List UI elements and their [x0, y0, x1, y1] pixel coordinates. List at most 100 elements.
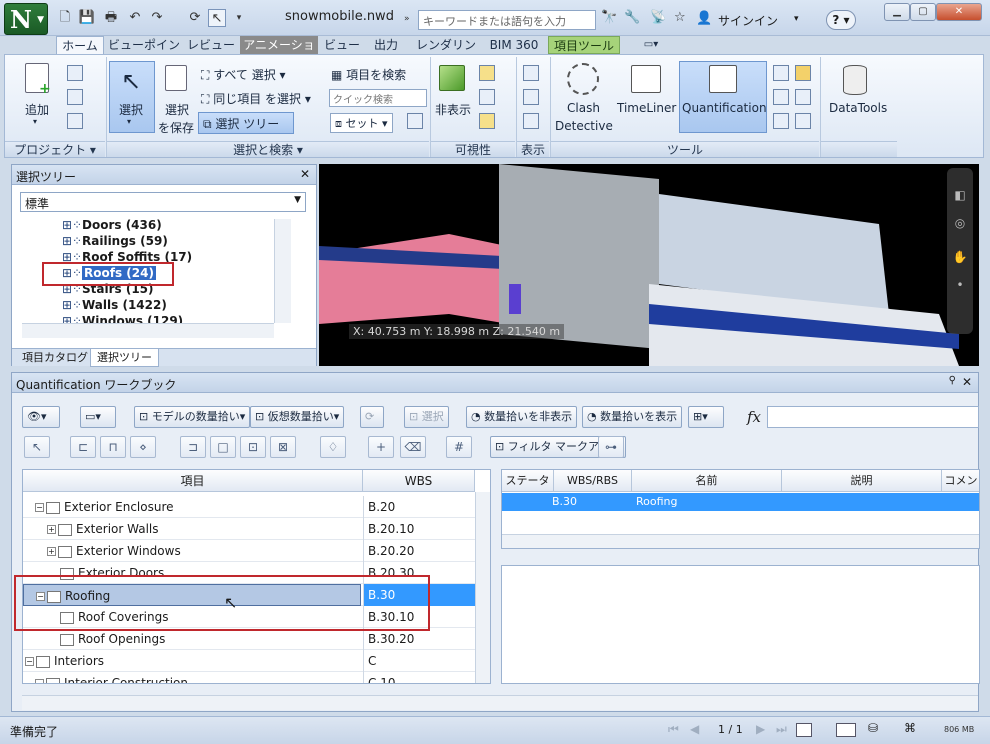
- timeliner-button[interactable]: TimeLiner: [617, 101, 676, 115]
- scrollbar[interactable]: [22, 695, 978, 710]
- chevron-down-icon[interactable]: ▾: [33, 117, 37, 126]
- clash-label-2[interactable]: Detective: [555, 119, 613, 133]
- collapse-icon[interactable]: −: [25, 657, 34, 666]
- tree-item-windows[interactable]: ⊞⁘Windows (129): [62, 314, 183, 323]
- properties-icon[interactable]: [523, 113, 539, 129]
- collapse-icon[interactable]: −: [35, 503, 44, 512]
- pointer-icon[interactable]: ↖: [24, 436, 50, 458]
- collapse-icon[interactable]: −: [35, 679, 44, 683]
- table-row[interactable]: Roof Openings B.30.20: [23, 628, 475, 650]
- redo-icon[interactable]: ↷: [148, 9, 166, 27]
- rectangle-icon[interactable]: □: [210, 436, 236, 458]
- views-dropdown[interactable]: ⊞▾: [688, 406, 724, 428]
- tree-item-doors[interactable]: ⊞⁘Doors (436): [62, 218, 162, 234]
- viewcube-icon[interactable]: ◧: [947, 188, 973, 202]
- table-row[interactable]: + Exterior Windows B.20.20: [23, 540, 475, 562]
- show-takeoff-button[interactable]: ◔ 数量拾いを表示: [582, 406, 683, 428]
- tab-viewpoint[interactable]: ビューポイント: [106, 36, 182, 70]
- wbs-rbs-column-header[interactable]: WBS/RBS: [554, 470, 632, 492]
- maximize-button[interactable]: ▢: [910, 3, 936, 21]
- compare-icon[interactable]: [795, 89, 811, 105]
- delete-vertex-icon[interactable]: ⊠: [270, 436, 296, 458]
- save-selection-label-1[interactable]: 選択: [165, 101, 189, 118]
- select-button[interactable]: ⊡ 選択: [404, 406, 449, 428]
- hide-button-label[interactable]: 非表示: [435, 101, 471, 118]
- expand-icon[interactable]: ⊞⁘: [62, 218, 82, 232]
- help-button[interactable]: ? ▾: [826, 10, 856, 30]
- expand-arrow-icon[interactable]: »: [404, 14, 410, 24]
- table-row[interactable]: + Exterior Walls B.20.10: [23, 518, 475, 540]
- area-icon[interactable]: ⋄: [130, 436, 156, 458]
- expand-icon[interactable]: ⊞⁘: [62, 234, 82, 248]
- find-items-button[interactable]: ▦ 項目を検索: [331, 66, 406, 83]
- scrollbar[interactable]: [502, 534, 979, 548]
- formula-input[interactable]: [767, 406, 979, 428]
- expand-icon[interactable]: +: [47, 525, 56, 534]
- ribbon-options-icon[interactable]: ▭▾: [636, 36, 666, 54]
- tree-item-walls[interactable]: ⊞⁘Walls (1422): [62, 298, 167, 314]
- sets-dropdown[interactable]: ⧈ セット ▾: [330, 113, 393, 133]
- zoom-icon[interactable]: •: [947, 278, 973, 292]
- save-icon[interactable]: 💾: [78, 9, 96, 27]
- help-search-input[interactable]: キーワードまたは語句を入力: [418, 10, 596, 30]
- sign-in-button[interactable]: サインイン: [718, 12, 778, 29]
- table-row-selected[interactable]: B.30 Roofing: [502, 493, 979, 511]
- sync-icon[interactable]: ⟳: [360, 406, 384, 428]
- print-icon[interactable]: 🖶: [102, 9, 120, 27]
- expand-icon[interactable]: ⊞⁘: [62, 314, 82, 323]
- customize-qat-icon[interactable]: ▾: [230, 9, 248, 27]
- project-group-label[interactable]: プロジェクト ▾: [5, 141, 105, 157]
- unhide-all-icon[interactable]: [479, 113, 495, 129]
- binoculars-icon[interactable]: 🔭: [601, 10, 617, 30]
- hide-unselected-icon[interactable]: [479, 89, 495, 105]
- close-icon[interactable]: ✕: [300, 167, 310, 181]
- file-options-icon[interactable]: [67, 113, 83, 129]
- polyline-icon[interactable]: ⊏: [70, 436, 96, 458]
- tab-home[interactable]: ホーム: [56, 36, 104, 54]
- first-page-icon[interactable]: ⏮: [668, 722, 679, 737]
- select-all-button[interactable]: ⛶ すべて 選択 ▾: [201, 66, 286, 83]
- status-column-header[interactable]: ステータス: [502, 470, 554, 509]
- satellite-icon[interactable]: 📡: [650, 10, 666, 30]
- pin-icon[interactable]: ⚲: [949, 375, 956, 386]
- model-takeoff-button[interactable]: ⊡ モデルの数量拾い▾: [134, 406, 251, 428]
- save-selection-label-2[interactable]: を保存: [158, 119, 194, 136]
- save-selection-icon[interactable]: [165, 65, 187, 91]
- previous-page-icon[interactable]: ◀: [690, 722, 699, 736]
- require-icon[interactable]: [479, 65, 495, 81]
- item-column-header[interactable]: 項目: [23, 470, 363, 492]
- view-mode-dropdown[interactable]: 👁▾: [22, 406, 60, 428]
- close-button[interactable]: ✕: [936, 3, 982, 21]
- fill-icon[interactable]: ♢: [320, 436, 346, 458]
- expand-icon[interactable]: ⊞⁘: [62, 298, 82, 312]
- expand-icon[interactable]: +: [47, 547, 56, 556]
- manage-sets-icon[interactable]: [407, 113, 423, 129]
- last-page-icon[interactable]: ⏭: [776, 722, 787, 737]
- split-icon[interactable]: +: [368, 436, 394, 458]
- count-icon[interactable]: #: [446, 436, 472, 458]
- tab-view[interactable]: ビュー: [322, 36, 362, 54]
- quick-properties-icon[interactable]: [523, 89, 539, 105]
- name-column-header[interactable]: 名前: [632, 470, 782, 492]
- close-icon[interactable]: ✕: [962, 375, 972, 389]
- quick-find-input[interactable]: クイック検索: [329, 89, 427, 107]
- quick-line-icon[interactable]: ⊓: [100, 436, 126, 458]
- add-vertex-icon[interactable]: ⊡: [240, 436, 266, 458]
- application-menu-button[interactable]: N ▼: [4, 3, 48, 35]
- clash-detective-icon[interactable]: [567, 63, 599, 95]
- scrollbar[interactable]: [475, 492, 490, 683]
- scrollbar[interactable]: [22, 323, 274, 338]
- scrollbar[interactable]: [274, 219, 291, 323]
- datatools-button[interactable]: DataTools: [829, 101, 887, 115]
- comment-column-header[interactable]: コメント: [942, 470, 979, 509]
- chevron-down-icon[interactable]: ▾: [794, 14, 799, 24]
- tab-review[interactable]: レビュー: [186, 36, 236, 54]
- 3d-viewport[interactable]: X: 40.753 m Y: 18.998 m Z: 21.540 m ◧ ◎ …: [319, 164, 979, 366]
- steering-wheel-icon[interactable]: ◎: [947, 216, 973, 230]
- reset-icon[interactable]: [67, 89, 83, 105]
- animator-icon[interactable]: [773, 89, 789, 105]
- appearance-icon[interactable]: [795, 113, 811, 129]
- hide-cube-icon[interactable]: [439, 65, 465, 91]
- view-options-dropdown[interactable]: ▭▾: [80, 406, 116, 428]
- virtual-takeoff-button[interactable]: ⊡ 仮想数量拾い▾: [250, 406, 345, 428]
